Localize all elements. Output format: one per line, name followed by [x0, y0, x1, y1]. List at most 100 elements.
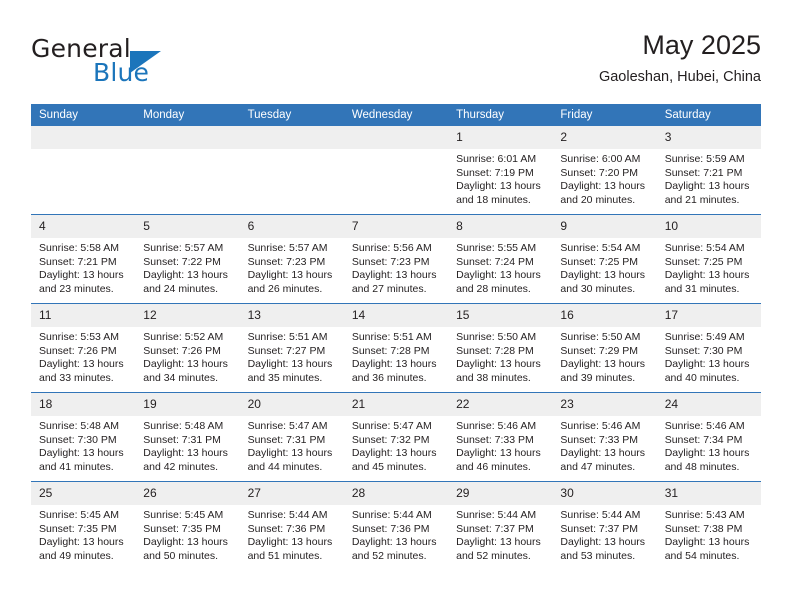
calendar-day-cell[interactable]: 29 Sunrise: 5:44 AM Sunset: 7:37 PM Dayligh… — [448, 481, 553, 570]
sunset-time: Sunset: 7:24 PM — [456, 255, 534, 268]
sunrise-time: Sunrise: 5:46 AM — [456, 420, 537, 432]
day-details: Sunrise: 5:46 AM Sunset: 7:34 PM Daylight:… — [657, 416, 761, 474]
daylight-duration-line2: and 34 minutes. — [143, 371, 218, 384]
calendar-header-row: Sunday Monday Tuesday Wednesday Thursday… — [31, 104, 761, 126]
sunrise-time: Sunrise: 5:57 AM — [143, 242, 224, 254]
day-number: 29 — [448, 482, 553, 505]
page-header: General Blue May 2025 Gaoleshan, Hubei, … — [31, 28, 761, 98]
calendar-day-cell[interactable]: 12 Sunrise: 5:52 AM Sunset: 7:26 PM Dayligh… — [135, 303, 240, 393]
daylight-duration-line1: Daylight: 13 hours — [456, 447, 541, 460]
calendar-page: General Blue May 2025 Gaoleshan, Hubei, … — [0, 0, 792, 612]
sunrise-time: Sunrise: 5:46 AM — [664, 420, 745, 432]
daylight-duration-line2: and 31 minutes. — [664, 282, 740, 295]
day-number — [343, 126, 449, 149]
daylight-duration-line2: and 33 minutes. — [39, 371, 114, 384]
brand-logo[interactable]: General Blue — [31, 34, 261, 90]
calendar-day-cell[interactable]: 26 Sunrise: 5:45 AM Sunset: 7:35 PM Dayligh… — [135, 481, 240, 570]
daylight-duration-line1: Daylight: 13 hours — [143, 358, 228, 371]
calendar-day-cell[interactable]: 25 Sunrise: 5:45 AM Sunset: 7:35 PM Dayligh… — [31, 481, 136, 570]
calendar-day-cell[interactable]: 20 Sunrise: 5:47 AM Sunset: 7:31 PM Dayligh… — [239, 392, 344, 482]
day-number: 8 — [448, 215, 553, 238]
day-number: 15 — [448, 304, 553, 327]
calendar-day-cell[interactable]: 30 Sunrise: 5:44 AM Sunset: 7:37 PM Dayligh… — [552, 481, 657, 570]
sunset-time: Sunset: 7:34 PM — [664, 433, 743, 446]
day-details: Sunrise: 5:46 AM Sunset: 7:33 PM Daylight:… — [552, 416, 656, 474]
daylight-duration-line2: and 20 minutes. — [560, 193, 636, 206]
sunrise-time: Sunrise: 5:48 AM — [143, 420, 224, 432]
calendar-day-cell[interactable]: 6 Sunrise: 5:57 AM Sunset: 7:23 PM Daylight… — [239, 214, 344, 304]
sunset-time: Sunset: 7:25 PM — [664, 255, 743, 268]
day-number: 3 — [656, 126, 761, 149]
sunrise-time: Sunrise: 5:58 AM — [39, 242, 119, 254]
sunrise-time: Sunrise: 5:57 AM — [247, 242, 328, 254]
day-number: 10 — [656, 215, 761, 238]
sunrise-time: Sunrise: 6:00 AM — [560, 153, 641, 165]
calendar-day-cell[interactable]: 23 Sunrise: 5:46 AM Sunset: 7:33 PM Dayligh… — [552, 392, 657, 482]
calendar-day-cell[interactable]: 15 Sunrise: 5:50 AM Sunset: 7:28 PM Dayligh… — [448, 303, 553, 393]
calendar-day-cell[interactable]: 2 Sunrise: 6:00 AM Sunset: 7:20 PM Daylight… — [552, 126, 657, 215]
daylight-duration-line2: and 35 minutes. — [247, 371, 323, 384]
daylight-duration-line1: Daylight: 13 hours — [456, 269, 541, 282]
daylight-duration-line1: Daylight: 13 hours — [351, 358, 437, 371]
sunrise-time: Sunrise: 5:59 AM — [664, 153, 745, 165]
daylight-duration-line1: Daylight: 13 hours — [664, 180, 750, 193]
page-title: May 2025 — [642, 30, 761, 60]
daylight-duration-line1: Daylight: 13 hours — [456, 358, 541, 371]
calendar-day-cell[interactable]: 7 Sunrise: 5:56 AM Sunset: 7:23 PM Daylight… — [343, 214, 449, 304]
calendar-day-cell[interactable]: 4 Sunrise: 5:58 AM Sunset: 7:21 PM Daylight… — [31, 214, 136, 304]
calendar-day-cell[interactable]: 9 Sunrise: 5:54 AM Sunset: 7:25 PM Daylight… — [552, 214, 657, 304]
daylight-duration-line2: and 26 minutes. — [247, 282, 323, 295]
day-number: 7 — [343, 215, 449, 238]
daylight-duration-line1: Daylight: 13 hours — [560, 536, 646, 549]
sunset-time: Sunset: 7:31 PM — [247, 433, 326, 446]
calendar-day-cell[interactable]: 28 Sunrise: 5:44 AM Sunset: 7:36 PM Dayligh… — [343, 481, 449, 570]
calendar-day-cell[interactable]: 11 Sunrise: 5:53 AM Sunset: 7:26 PM Dayligh… — [31, 303, 136, 393]
calendar-day-cell[interactable]: 24 Sunrise: 5:46 AM Sunset: 7:34 PM Dayligh… — [656, 392, 761, 482]
daylight-duration-line1: Daylight: 13 hours — [456, 180, 541, 193]
calendar-day-cell[interactable]: 8 Sunrise: 5:55 AM Sunset: 7:24 PM Daylight… — [448, 214, 553, 304]
day-details: Sunrise: 5:54 AM Sunset: 7:25 PM Daylight:… — [552, 238, 656, 296]
sunset-time: Sunset: 7:33 PM — [456, 433, 534, 446]
day-number: 27 — [239, 482, 344, 505]
day-number: 9 — [552, 215, 657, 238]
calendar-day-cell[interactable]: 10 Sunrise: 5:54 AM Sunset: 7:25 PM Dayligh… — [656, 214, 761, 304]
calendar-day-cell[interactable]: 13 Sunrise: 5:51 AM Sunset: 7:27 PM Dayligh… — [239, 303, 344, 393]
day-number: 13 — [239, 304, 344, 327]
calendar-day-cell[interactable]: 1 Sunrise: 6:01 AM Sunset: 7:19 PM Daylight… — [448, 126, 553, 215]
weekday-header-tuesday: Tuesday — [239, 104, 344, 126]
calendar-day-cell[interactable]: 17 Sunrise: 5:49 AM Sunset: 7:30 PM Dayligh… — [656, 303, 761, 393]
calendar-day-cell[interactable]: 19 Sunrise: 5:48 AM Sunset: 7:31 PM Dayligh… — [135, 392, 240, 482]
weekday-header-saturday: Saturday — [656, 104, 761, 126]
calendar-day-cell[interactable]: 22 Sunrise: 5:46 AM Sunset: 7:33 PM Dayligh… — [448, 392, 553, 482]
daylight-duration-line2: and 50 minutes. — [143, 549, 218, 562]
day-details: Sunrise: 5:49 AM Sunset: 7:30 PM Daylight:… — [657, 327, 761, 385]
sunrise-time: Sunrise: 5:44 AM — [351, 509, 432, 521]
calendar-day-cell[interactable]: 3 Sunrise: 5:59 AM Sunset: 7:21 PM Daylight… — [656, 126, 761, 215]
day-details: Sunrise: 5:57 AM Sunset: 7:22 PM Daylight:… — [135, 238, 239, 296]
daylight-duration-line2: and 48 minutes. — [664, 460, 740, 473]
calendar-day-cell[interactable]: 18 Sunrise: 5:48 AM Sunset: 7:30 PM Dayligh… — [31, 392, 136, 482]
sunset-time: Sunset: 7:37 PM — [560, 522, 639, 535]
calendar-day-cell[interactable]: 31 Sunrise: 5:43 AM Sunset: 7:38 PM Dayligh… — [656, 481, 761, 570]
calendar-table: Sunday Monday Tuesday Wednesday Thursday… — [31, 104, 761, 570]
calendar-week-row: 18 Sunrise: 5:48 AM Sunset: 7:30 PM Dayligh… — [31, 392, 761, 482]
daylight-duration-line2: and 41 minutes. — [39, 460, 114, 473]
calendar-day-cell[interactable]: 14 Sunrise: 5:51 AM Sunset: 7:28 PM Dayligh… — [343, 303, 449, 393]
sunrise-time: Sunrise: 5:44 AM — [456, 509, 537, 521]
daylight-duration-line1: Daylight: 13 hours — [351, 536, 437, 549]
calendar-day-cell[interactable]: 5 Sunrise: 5:57 AM Sunset: 7:22 PM Daylight… — [135, 214, 240, 304]
day-number: 23 — [552, 393, 657, 416]
day-details: Sunrise: 5:45 AM Sunset: 7:35 PM Daylight:… — [135, 505, 239, 563]
day-details: Sunrise: 5:58 AM Sunset: 7:21 PM Daylight:… — [31, 238, 135, 296]
day-details: Sunrise: 5:45 AM Sunset: 7:35 PM Daylight:… — [31, 505, 135, 563]
daylight-duration-line1: Daylight: 13 hours — [39, 447, 124, 460]
calendar-day-cell[interactable]: 16 Sunrise: 5:50 AM Sunset: 7:29 PM Dayligh… — [552, 303, 657, 393]
daylight-duration-line1: Daylight: 13 hours — [247, 358, 333, 371]
daylight-duration-line1: Daylight: 13 hours — [560, 180, 646, 193]
sunset-time: Sunset: 7:25 PM — [560, 255, 639, 268]
calendar-day-cell[interactable]: 27 Sunrise: 5:44 AM Sunset: 7:36 PM Dayligh… — [239, 481, 344, 570]
sunrise-time: Sunrise: 5:45 AM — [143, 509, 224, 521]
daylight-duration-line1: Daylight: 13 hours — [351, 447, 437, 460]
day-number: 21 — [343, 393, 449, 416]
calendar-day-cell[interactable]: 21 Sunrise: 5:47 AM Sunset: 7:32 PM Dayligh… — [343, 392, 449, 482]
